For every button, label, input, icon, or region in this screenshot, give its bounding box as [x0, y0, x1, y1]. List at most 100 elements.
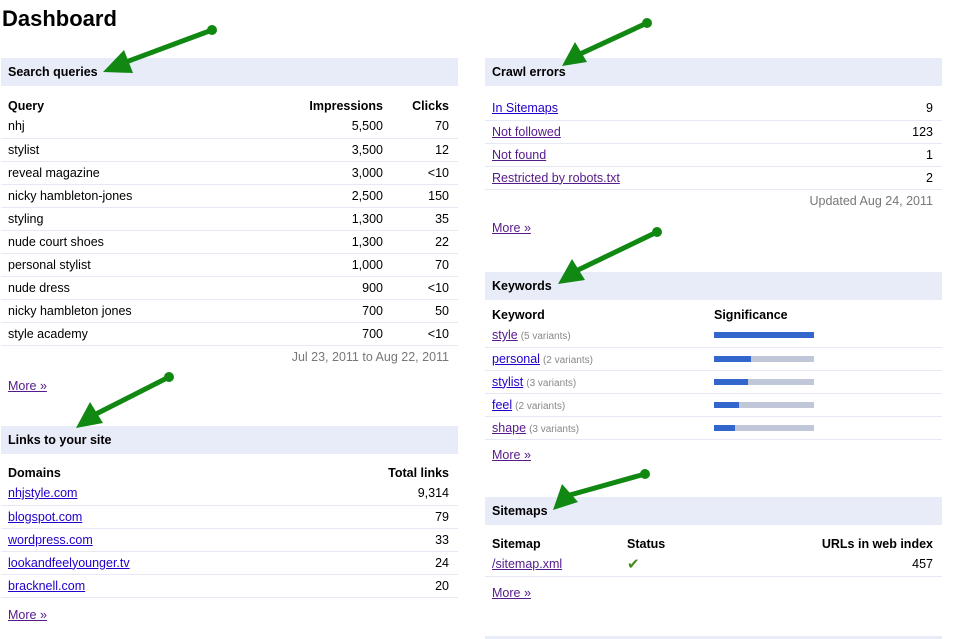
query-row: nicky hambleton-jones 2,500 150	[1, 184, 458, 208]
query-clicks: 35	[383, 207, 458, 231]
query-text: nhj	[1, 115, 246, 139]
keyword-variants: (2 variants)	[515, 400, 566, 412]
significance-bar	[714, 424, 814, 431]
keyword-row: stylist (3 variants)	[485, 370, 942, 394]
column-header-keyword: Keyword	[492, 308, 545, 322]
query-row: nhj 5,500 70	[1, 115, 458, 139]
query-clicks: 70	[383, 253, 458, 277]
keyword-variants: (2 variants)	[542, 354, 593, 366]
keyword-row: personal (2 variants)	[485, 347, 942, 371]
link-row: nhjstyle.com 9,314	[1, 482, 458, 506]
query-text: reveal magazine	[1, 161, 246, 185]
crawl-error-link[interactable]: In Sitemaps	[492, 101, 558, 115]
crawl-error-row: Not followed 123	[485, 120, 942, 144]
significance-bar	[714, 378, 814, 385]
query-text: personal stylist	[1, 253, 246, 277]
sitemap-link[interactable]: /sitemap.xml	[492, 557, 562, 571]
column-header-impressions: Impressions	[309, 99, 383, 113]
keyword-link[interactable]: feel	[492, 398, 512, 412]
crawl-errors-header: Crawl errors	[485, 58, 942, 86]
sitemaps-table: Sitemap Status URLs in web index /sitema…	[485, 530, 942, 577]
significance-bar-fill	[714, 424, 735, 431]
significance-bar-fill	[714, 401, 739, 408]
links-header: Links to your site	[1, 426, 458, 454]
query-impressions: 900	[245, 276, 383, 300]
crawl-errors-panel: Crawl errors In Sitemaps 9 Not followed 123…	[485, 58, 942, 235]
query-impressions: 3,000	[245, 161, 383, 185]
query-impressions: 700	[245, 299, 383, 323]
query-text: styling	[1, 207, 246, 231]
crawl-errors-more-link[interactable]: More »	[492, 221, 531, 235]
crawl-error-count: 123	[859, 120, 942, 144]
keyword-variants: (3 variants)	[529, 423, 580, 435]
query-clicks: <10	[383, 276, 458, 300]
significance-bar-fill	[714, 332, 814, 339]
crawl-error-row: In Sitemaps 9	[485, 97, 942, 121]
query-text: nude dress	[1, 276, 246, 300]
column-header-domains: Domains	[8, 466, 61, 480]
column-header-sitemap: Sitemap	[492, 537, 541, 551]
search-queries-panel: Search queries Query Impressions Clicks …	[1, 58, 458, 393]
query-text: nicky hambleton jones	[1, 299, 246, 323]
significance-bar	[714, 355, 814, 362]
column-header-total-links: Total links	[388, 466, 449, 480]
crawl-error-count: 1	[859, 143, 942, 167]
sitemaps-more-link[interactable]: More »	[492, 586, 531, 600]
crawl-updated: Updated Aug 24, 2011	[809, 193, 934, 208]
domain-link[interactable]: bracknell.com	[8, 579, 85, 593]
keywords-table: Keyword Significance style (5 variants) pe…	[485, 301, 942, 440]
search-queries-more-link[interactable]: More »	[8, 379, 47, 393]
crawl-error-link[interactable]: Restricted by robots.txt	[492, 171, 620, 185]
query-clicks: 150	[383, 184, 458, 208]
query-row: styling 1,300 35	[1, 207, 458, 231]
domain-total-links: 20	[297, 574, 458, 598]
query-row: style academy 700 <10	[1, 322, 458, 346]
query-row: reveal magazine 3,000 <10	[1, 161, 458, 185]
link-row: bracknell.com 20	[1, 574, 458, 598]
domain-total-links: 24	[297, 551, 458, 575]
query-clicks: 70	[383, 115, 458, 139]
domain-link[interactable]: wordpress.com	[8, 533, 93, 547]
domain-total-links: 79	[297, 505, 458, 529]
query-text: stylist	[1, 138, 246, 162]
query-impressions: 5,500	[245, 115, 383, 139]
date-range: Jul 23, 2011 to Aug 22, 2011	[291, 349, 449, 364]
query-row: nude dress 900 <10	[1, 276, 458, 300]
crawl-error-row: Restricted by robots.txt 2	[485, 166, 942, 190]
query-row: stylist 3,500 12	[1, 138, 458, 162]
query-clicks: 22	[383, 230, 458, 254]
crawl-error-count: 2	[859, 166, 942, 190]
keyword-link[interactable]: style	[492, 328, 518, 342]
crawl-error-link[interactable]: Not followed	[492, 125, 561, 139]
links-more-link[interactable]: More »	[8, 608, 47, 622]
crawl-errors-table: In Sitemaps 9 Not followed 123 Not found 1 Res…	[485, 97, 942, 190]
crawl-error-link[interactable]: Not found	[492, 148, 546, 162]
sitemaps-header: Sitemaps	[485, 497, 942, 525]
query-impressions: 1,300	[245, 230, 383, 254]
links-panel: Links to your site Domains Total links n…	[1, 426, 458, 622]
column-header-significance: Significance	[714, 308, 788, 322]
keyword-row: style (5 variants)	[485, 324, 942, 348]
domain-link[interactable]: nhjstyle.com	[8, 486, 77, 500]
keywords-more-link[interactable]: More »	[492, 448, 531, 462]
search-queries-table: Query Impressions Clicks nhj 5,500 70 styli…	[1, 92, 458, 346]
sitemap-urls-count: 457	[702, 553, 942, 577]
domain-link[interactable]: lookandfeelyounger.tv	[8, 556, 130, 570]
significance-bar	[714, 332, 814, 339]
keyword-row: shape (3 variants)	[485, 416, 942, 440]
column-header-urls: URLs in web index	[821, 537, 933, 551]
column-header-clicks: Clicks	[412, 99, 449, 113]
query-impressions: 3,500	[245, 138, 383, 162]
check-icon: ✔	[627, 556, 640, 574]
crawl-error-row: Not found 1	[485, 143, 942, 167]
query-impressions: 2,500	[245, 184, 383, 208]
keyword-link[interactable]: stylist	[492, 375, 523, 389]
domain-link[interactable]: blogspot.com	[8, 510, 82, 524]
keyword-link[interactable]: shape	[492, 421, 526, 435]
keywords-panel: Keywords Keyword Significance style (5 va…	[485, 272, 942, 462]
links-table: Domains Total links nhjstyle.com 9,314 blo…	[1, 459, 458, 598]
keyword-link[interactable]: personal	[492, 352, 540, 366]
keywords-header: Keywords	[485, 272, 942, 300]
column-header-status: Status	[627, 537, 666, 551]
significance-bar-fill	[714, 355, 751, 362]
